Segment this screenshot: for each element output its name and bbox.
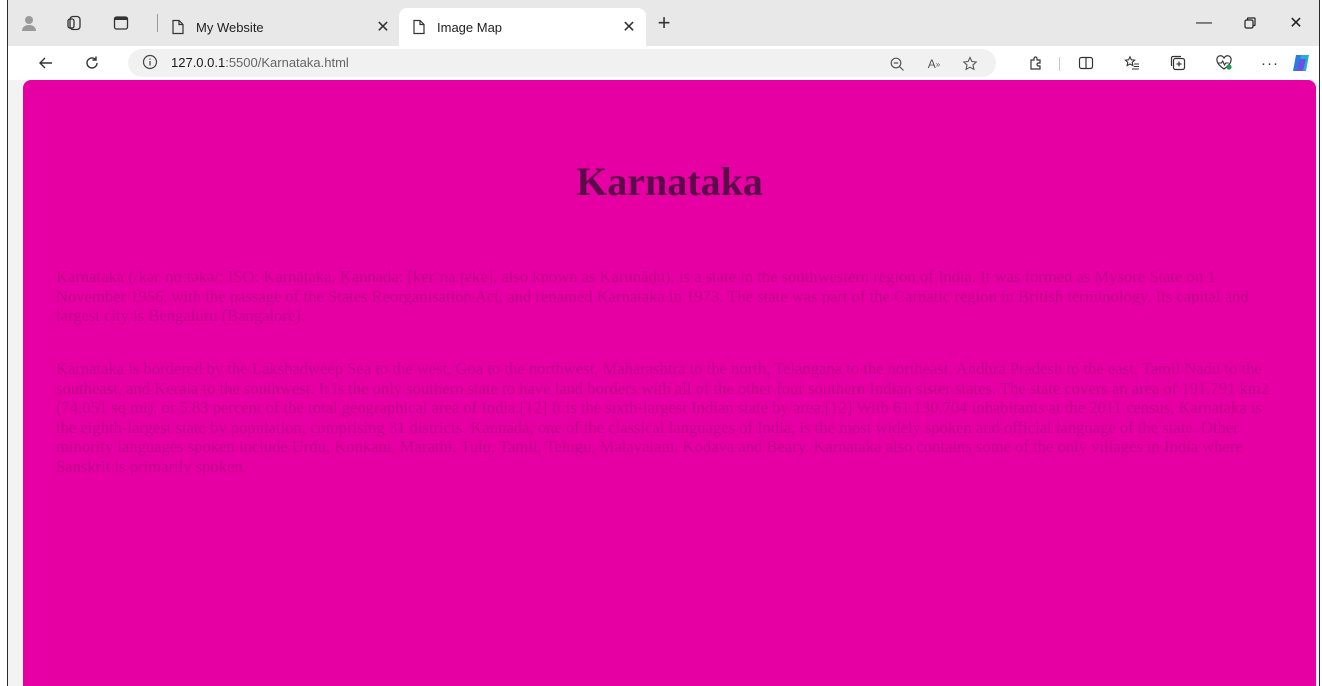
page-content: Karnataka Karnataka (/kərˈnɑːtəkə/; ISO:… [23, 80, 1316, 686]
star-icon[interactable] [960, 54, 980, 74]
browser-window: My Website ✕ Image Map ✕ + — ✕ 127.0.0.1… [7, 0, 1320, 686]
collections-icon[interactable] [1164, 49, 1192, 77]
heart-pulse-icon[interactable] [1210, 49, 1238, 77]
minimize-icon[interactable]: — [1189, 10, 1219, 36]
read-aloud-icon[interactable]: A» [924, 54, 944, 74]
tab-label: My Website [196, 19, 264, 35]
more-icon[interactable]: ··· [1256, 49, 1284, 77]
refresh-icon[interactable] [78, 49, 106, 77]
tab-image-map[interactable]: Image Map ✕ [399, 8, 646, 46]
toolbar-separator [1059, 57, 1060, 71]
tab-separator [157, 14, 158, 32]
info-icon[interactable] [142, 54, 158, 70]
page-icon [413, 19, 425, 35]
copilot-icon[interactable] [1288, 49, 1316, 77]
tab-my-website[interactable]: My Website ✕ [168, 8, 400, 46]
url-text[interactable]: 127.0.0.1:5500/Karnataka.html [171, 55, 349, 70]
workspaces-icon[interactable] [64, 12, 86, 34]
extensions-icon[interactable] [1022, 49, 1050, 77]
page-icon [172, 19, 184, 35]
split-screen-icon[interactable] [1072, 49, 1100, 77]
plus-icon[interactable]: + [652, 10, 676, 35]
close-icon[interactable]: ✕ [1281, 10, 1311, 36]
paragraph-geography: Karnataka is bordered by the Lakshadweep… [56, 359, 1270, 476]
favorites-icon[interactable] [1118, 49, 1146, 77]
zoom-out-icon[interactable] [887, 54, 907, 74]
paragraph-intro: Karnataka (/kərˈnɑːtəkə/; ISO: Karnāṭaka… [56, 267, 1249, 325]
close-icon[interactable]: ✕ [372, 16, 394, 38]
tab-label: Image Map [437, 19, 503, 35]
close-icon[interactable]: ✕ [618, 16, 640, 38]
back-arrow-icon[interactable] [32, 49, 60, 77]
tab-actions-icon[interactable] [110, 12, 132, 34]
url-path: :5500/Karnataka.html [225, 55, 349, 70]
restore-icon[interactable] [1235, 10, 1265, 36]
address-bar[interactable]: 127.0.0.1:5500/Karnataka.html A» [128, 49, 996, 77]
profile-icon[interactable] [18, 12, 40, 34]
toolbar: 127.0.0.1:5500/Karnataka.html A» ··· [8, 46, 1319, 80]
url-host: 127.0.0.1 [171, 55, 226, 70]
page-title: Karnataka [576, 159, 763, 204]
tab-strip: My Website ✕ Image Map ✕ + — ✕ [8, 0, 1319, 46]
